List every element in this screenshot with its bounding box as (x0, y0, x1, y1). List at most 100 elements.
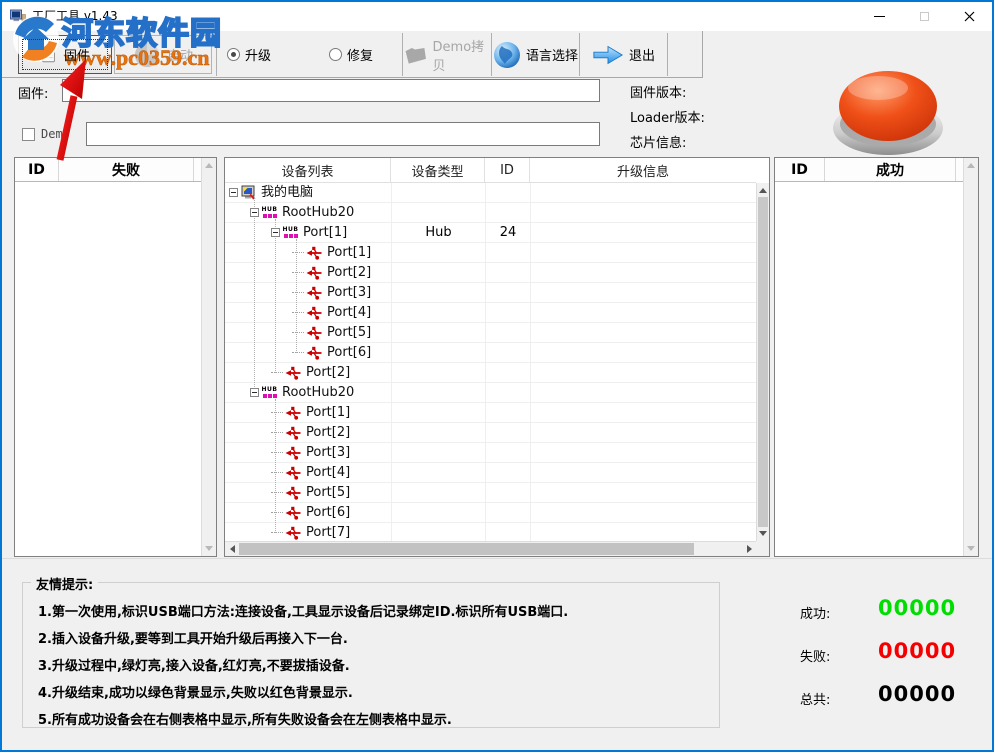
tree-row[interactable]: Port[2] (225, 363, 756, 383)
radio-upgrade-label: 升级 (245, 45, 271, 64)
tree-row[interactable]: HUBRootHub20 (225, 203, 756, 223)
upgrade-info-cell (530, 263, 756, 282)
device-name-cell: Port[2] (225, 423, 391, 442)
tree-row[interactable]: Port[7] (225, 523, 756, 541)
usb-icon (285, 425, 302, 441)
scroll-up-icon[interactable] (757, 183, 769, 198)
demo-copy-button[interactable]: Demo拷贝 (404, 33, 492, 76)
tree-expander-icon[interactable] (250, 208, 259, 217)
device-name-cell: Port[1] (225, 403, 391, 422)
radio-repair[interactable]: 修复 (329, 45, 373, 64)
tree-expander-icon[interactable] (229, 188, 238, 197)
device-name-cell: Port[4] (225, 463, 391, 482)
device-name-cell: Port[3] (225, 283, 391, 302)
scroll-down-icon[interactable] (202, 541, 216, 556)
device-type-cell (391, 503, 485, 522)
tree-connector (292, 352, 304, 353)
fail-col-fail[interactable]: 失败 (59, 158, 194, 181)
device-id-cell (485, 243, 530, 262)
device-label: Port[3] (306, 443, 350, 462)
fail-table: ID 失败 (14, 157, 217, 557)
device-type-cell (391, 243, 485, 262)
scroll-down-icon[interactable] (964, 541, 978, 556)
upgrade-info-cell (530, 523, 756, 541)
device-label: Port[2] (306, 423, 350, 442)
tree-row[interactable]: Port[4] (225, 303, 756, 323)
device-tree-header: 设备列表 设备类型 ID 升级信息 (225, 158, 756, 183)
tree-expander-icon[interactable] (250, 388, 259, 397)
close-button[interactable] (947, 2, 992, 31)
tree-row[interactable]: Port[2] (225, 423, 756, 443)
demo-checkbox[interactable] (22, 128, 35, 141)
upgrade-info-cell (530, 363, 756, 382)
scroll-left-icon[interactable] (225, 542, 239, 556)
start-button[interactable]: 启动 (114, 35, 212, 74)
device-tree-vscrollbar[interactable] (756, 183, 769, 541)
vscroll-thumb[interactable] (758, 197, 768, 527)
device-type-cell (391, 363, 485, 382)
tree-guide-line (296, 239, 297, 353)
tree-connector (271, 532, 283, 533)
tips-groupbox: 友情提示: 1.第一次使用,标识USB端口方法:连接设备,工具显示设备后记录绑定… (22, 582, 720, 728)
window-title: 工厂工具 v1.43 (32, 2, 118, 31)
col-device-type[interactable]: 设备类型 (391, 158, 485, 182)
scroll-right-icon[interactable] (742, 542, 756, 556)
success-col-id[interactable]: ID (775, 158, 825, 181)
tips-list: 1.第一次使用,标识USB端口方法:连接设备,工具显示设备后记录绑定ID.标识所… (38, 599, 711, 734)
firmware-path-input[interactable] (62, 79, 600, 102)
tree-row[interactable]: Port[2] (225, 263, 756, 283)
tree-row[interactable]: Port[3] (225, 443, 756, 463)
device-label: RootHub20 (282, 383, 354, 402)
device-label: Port[5] (306, 483, 350, 502)
tree-row[interactable]: Port[5] (225, 483, 756, 503)
tree-row[interactable]: 我的电脑 (225, 183, 756, 203)
tree-row[interactable]: HUBPort[1] Hub 24 (225, 223, 756, 243)
firmware-button[interactable]: 固件 (18, 35, 112, 74)
tree-row[interactable]: Port[6] (225, 503, 756, 523)
tree-guide-line (254, 197, 255, 395)
hscroll-thumb[interactable] (239, 543, 694, 555)
app-window: 工厂工具 v1.43 固件 启动 升 (0, 0, 994, 752)
device-label: Port[6] (327, 343, 371, 362)
tree-row[interactable]: Port[5] (225, 323, 756, 343)
loader-version-label: Loader版本: (630, 107, 705, 126)
tree-row[interactable]: Port[4] (225, 463, 756, 483)
success-col-success[interactable]: 成功 (825, 158, 956, 181)
tree-expander-icon[interactable] (271, 228, 280, 237)
upgrade-info-cell (530, 403, 756, 422)
demo-path-input[interactable] (86, 122, 600, 146)
tree-guide-line (275, 399, 276, 533)
device-name-cell: HUBPort[1] (225, 223, 391, 242)
scroll-up-icon[interactable] (964, 158, 978, 173)
tree-row[interactable]: Port[6] (225, 343, 756, 363)
col-upgrade-info[interactable]: 升级信息 (530, 158, 756, 182)
radio-upgrade[interactable]: 升级 (227, 45, 271, 64)
tree-guide-line (275, 219, 276, 373)
exit-button[interactable]: 退出 (580, 33, 668, 76)
scroll-up-icon[interactable] (202, 158, 216, 173)
tree-connector (271, 452, 283, 453)
status-lamp-button[interactable] (828, 66, 948, 158)
device-label: Port[1] (327, 243, 371, 262)
language-button[interactable]: 语言选择 (492, 33, 580, 76)
maximize-button[interactable] (902, 2, 947, 31)
tree-row[interactable]: Port[3] (225, 283, 756, 303)
fail-col-id[interactable]: ID (15, 158, 59, 181)
tree-row[interactable]: HUBRootHub20 (225, 383, 756, 403)
device-id-cell: 24 (485, 223, 530, 242)
usb-icon (306, 325, 323, 341)
tree-row[interactable]: Port[1] (225, 403, 756, 423)
device-name-cell: HUBRootHub20 (225, 383, 391, 402)
col-id[interactable]: ID (485, 158, 530, 182)
col-device-list[interactable]: 设备列表 (225, 158, 391, 182)
scroll-down-icon[interactable] (757, 526, 769, 541)
upgrade-info-cell (530, 223, 756, 242)
tree-row[interactable]: Port[1] (225, 243, 756, 263)
fail-table-scrollbar[interactable] (201, 158, 216, 556)
tree-connector (271, 432, 283, 433)
upgrade-info-cell (530, 323, 756, 342)
minimize-button[interactable] (857, 2, 902, 31)
success-table-scrollbar[interactable] (963, 158, 978, 556)
device-tree-hscrollbar[interactable] (225, 541, 756, 556)
demo-checkbox-label: Demo (41, 127, 70, 141)
